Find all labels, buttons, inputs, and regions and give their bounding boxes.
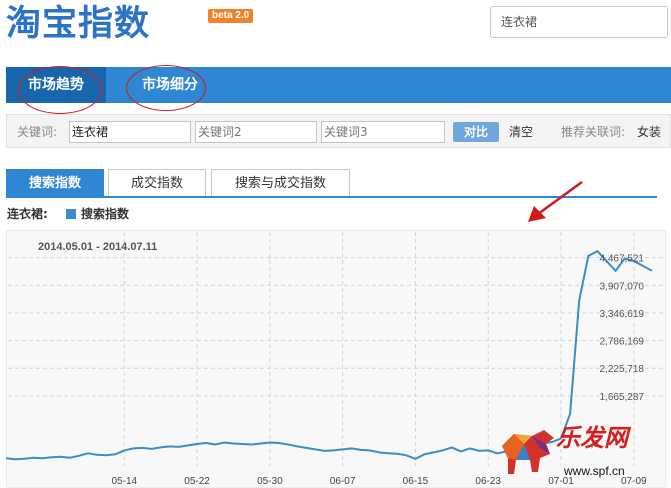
y-tick-label: 1,665,287 <box>600 392 645 403</box>
x-tick-label: 06-07 <box>330 476 356 487</box>
taobao-index-logo[interactable]: 淘宝指数 <box>6 4 150 44</box>
nav-item-market-trend[interactable]: 市场趋势 <box>6 67 106 103</box>
tab-trade-index[interactable]: 成交指数 <box>108 169 206 197</box>
keyword-2-input[interactable]: 关键词2 <box>195 121 317 143</box>
bull-icon <box>502 430 554 474</box>
beta-badge: beta 2.0 <box>208 9 254 23</box>
y-tick-label: 2,225,718 <box>600 364 645 375</box>
watermark-logo: 乐发网 www.spf.cn <box>494 420 669 486</box>
watermark-site-name: 乐发网 <box>556 423 628 452</box>
x-tick-label: 05-30 <box>257 476 283 487</box>
search-input[interactable]: 连衣裙 <box>490 6 668 38</box>
nav-item-market-segment[interactable]: 市场细分 <box>124 67 216 103</box>
compare-button[interactable]: 对比 <box>453 122 499 142</box>
x-tick-label: 05-14 <box>111 476 137 487</box>
clear-button[interactable]: 清空 <box>509 125 533 139</box>
x-tick-label: 05-22 <box>184 476 210 487</box>
series-keyword-label: 连衣裙: <box>7 207 48 221</box>
legend-swatch <box>66 209 76 219</box>
y-tick-label: 4,467,521 <box>600 254 645 265</box>
y-tick-label: 3,346,619 <box>600 309 645 320</box>
watermark-url: www.spf.cn <box>564 464 625 478</box>
date-range-label: 2014.05.01 - 2014.07.11 <box>38 241 157 253</box>
keyword-label: 关键词: <box>17 125 58 139</box>
keyword-3-input[interactable]: 关键词3 <box>321 121 445 143</box>
keyword-bar: 关键词: 连衣裙 关键词2 关键词3 对比 清空 推荐关联词: 女装 <box>6 114 671 148</box>
y-tick-label: 2,786,169 <box>600 337 645 348</box>
recommend-keyword-link[interactable]: 女装 <box>637 125 661 139</box>
x-tick-label: 06-15 <box>403 476 429 487</box>
annotation-arrow <box>528 180 583 222</box>
main-nav: 市场趋势 市场细分 <box>6 67 671 103</box>
keyword-1-input[interactable]: 连衣裙 <box>69 121 191 143</box>
y-tick-label: 3,907,070 <box>600 281 645 292</box>
recommend-label: 推荐关联词: <box>561 125 626 139</box>
tab-search-trade-index[interactable]: 搜索与成交指数 <box>211 169 350 197</box>
tab-search-index[interactable]: 搜索指数 <box>6 169 104 197</box>
legend-label[interactable]: 搜索指数 <box>81 207 129 221</box>
